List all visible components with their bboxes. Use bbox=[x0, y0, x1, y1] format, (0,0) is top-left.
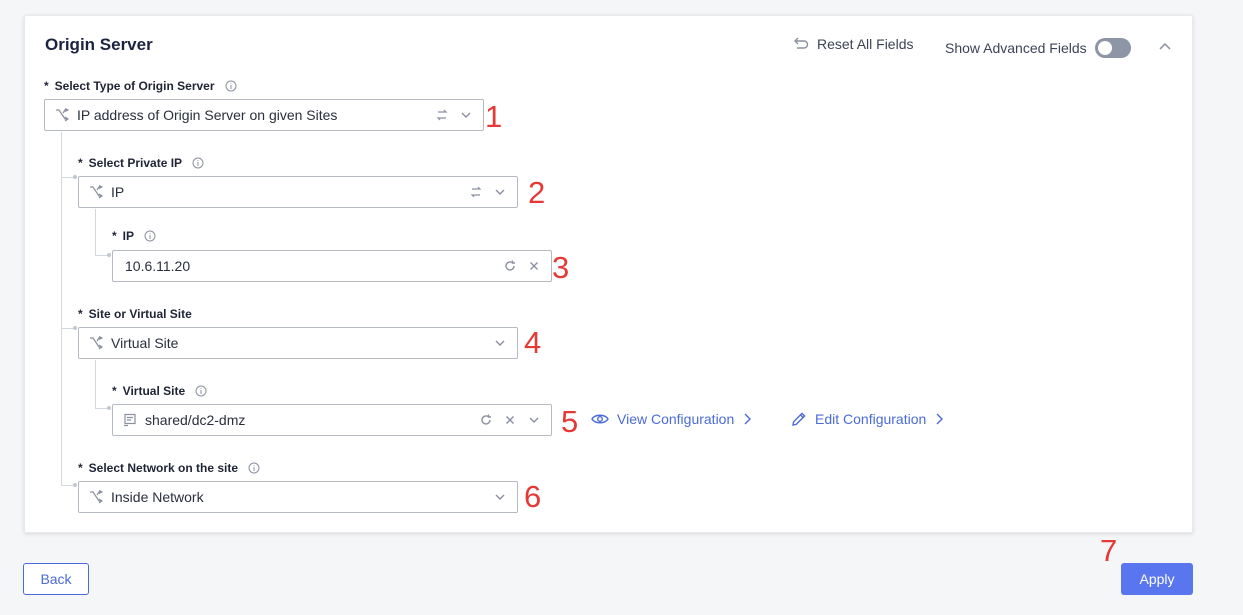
site-type-value: Virtual Site bbox=[111, 335, 179, 351]
view-configuration-link[interactable]: View Configuration bbox=[591, 411, 752, 427]
edit-configuration-label: Edit Configuration bbox=[815, 411, 927, 427]
chevron-right-icon bbox=[744, 413, 752, 425]
tree-node-dot bbox=[73, 326, 77, 330]
tree-connector bbox=[95, 209, 96, 255]
virtual-site-select[interactable]: shared/dc2-dmz bbox=[112, 404, 552, 436]
clear-x-icon[interactable] bbox=[503, 413, 517, 427]
chevron-down-icon[interactable] bbox=[493, 185, 507, 199]
info-icon[interactable] bbox=[192, 157, 204, 169]
toggle-knob bbox=[1097, 41, 1112, 55]
ip-label: * IP bbox=[112, 229, 156, 243]
choice-branch-icon bbox=[90, 490, 103, 504]
refresh-icon[interactable] bbox=[479, 413, 493, 427]
reset-icon bbox=[794, 37, 809, 49]
refresh-icon[interactable] bbox=[503, 259, 517, 273]
annotation-5: 5 bbox=[561, 404, 579, 439]
private-ip-label: * Select Private IP bbox=[78, 156, 204, 170]
info-icon[interactable] bbox=[225, 80, 237, 92]
collapse-chevron-up-icon[interactable] bbox=[1157, 38, 1173, 54]
choice-branch-icon bbox=[90, 336, 103, 350]
required-marker: * bbox=[44, 79, 49, 93]
tree-connector bbox=[61, 132, 62, 486]
annotation-1: 1 bbox=[485, 99, 503, 134]
ip-input[interactable]: 10.6.11.20 bbox=[112, 250, 552, 282]
annotation-4: 4 bbox=[524, 325, 542, 360]
network-label-text: Select Network on the site bbox=[88, 461, 239, 475]
apply-button[interactable]: Apply bbox=[1121, 563, 1193, 595]
chevron-down-icon[interactable] bbox=[459, 108, 473, 122]
origin-type-value: IP address of Origin Server on given Sit… bbox=[77, 107, 338, 123]
choice-branch-icon bbox=[90, 185, 103, 199]
back-button[interactable]: Back bbox=[23, 563, 89, 595]
ip-value: 10.6.11.20 bbox=[125, 258, 191, 274]
network-select[interactable]: Inside Network bbox=[78, 481, 518, 513]
tree-node-dot bbox=[107, 253, 111, 257]
annotation-2: 2 bbox=[528, 175, 546, 210]
info-icon[interactable] bbox=[195, 385, 207, 397]
site-type-label: * Site or Virtual Site bbox=[78, 307, 192, 321]
origin-type-select[interactable]: IP address of Origin Server on given Sit… bbox=[44, 99, 484, 131]
private-ip-label-text: Select Private IP bbox=[88, 156, 183, 170]
required-marker: * bbox=[78, 461, 83, 475]
ip-label-text: IP bbox=[122, 229, 135, 243]
required-marker: * bbox=[112, 384, 117, 398]
advanced-fields-label: Show Advanced Fields bbox=[945, 40, 1087, 56]
view-configuration-label: View Configuration bbox=[617, 411, 735, 427]
annotation-6: 6 bbox=[524, 479, 542, 514]
edit-configuration-link[interactable]: Edit Configuration bbox=[791, 411, 944, 427]
virtual-site-label: * Virtual Site bbox=[112, 384, 207, 398]
info-icon[interactable] bbox=[248, 462, 260, 474]
annotation-7: 7 bbox=[1100, 533, 1118, 568]
private-ip-value: IP bbox=[111, 184, 125, 200]
advanced-fields-toggle[interactable] bbox=[1094, 38, 1131, 58]
switch-choice-icon[interactable] bbox=[435, 108, 449, 122]
tree-node-dot bbox=[107, 406, 111, 410]
chevron-down-icon[interactable] bbox=[493, 336, 507, 350]
network-value: Inside Network bbox=[111, 489, 204, 505]
network-label: * Select Network on the site bbox=[78, 461, 260, 475]
info-icon[interactable] bbox=[144, 230, 156, 242]
pencil-icon bbox=[792, 412, 806, 426]
virtual-site-label-text: Virtual Site bbox=[122, 384, 186, 398]
clear-x-icon[interactable] bbox=[527, 259, 541, 273]
chevron-right-icon bbox=[936, 413, 944, 425]
site-type-select[interactable]: Virtual Site bbox=[78, 327, 518, 359]
required-marker: * bbox=[78, 307, 83, 321]
required-marker: * bbox=[112, 229, 117, 243]
required-marker: * bbox=[78, 156, 83, 170]
site-type-label-text: Site or Virtual Site bbox=[88, 307, 192, 321]
annotation-3: 3 bbox=[552, 250, 570, 285]
reset-all-fields-label: Reset All Fields bbox=[817, 36, 914, 52]
tree-connector bbox=[95, 360, 96, 408]
tree-node-dot bbox=[73, 483, 77, 487]
virtual-site-value: shared/dc2-dmz bbox=[145, 412, 246, 428]
choice-branch-icon bbox=[56, 108, 69, 122]
section-title: Origin Server bbox=[45, 35, 153, 54]
reset-all-fields-button[interactable]: Reset All Fields bbox=[793, 36, 913, 52]
tree-node-dot bbox=[73, 175, 77, 179]
switch-choice-icon[interactable] bbox=[469, 185, 483, 199]
chevron-down-icon[interactable] bbox=[527, 413, 541, 427]
chevron-down-icon[interactable] bbox=[493, 490, 507, 504]
private-ip-select[interactable]: IP bbox=[78, 176, 518, 208]
eye-icon bbox=[591, 414, 609, 424]
reference-object-icon bbox=[124, 413, 136, 427]
origin-type-label-text: Select Type of Origin Server bbox=[54, 79, 215, 93]
origin-type-label: * Select Type of Origin Server bbox=[44, 79, 237, 93]
advanced-fields-control: Show Advanced Fields bbox=[945, 38, 1131, 58]
